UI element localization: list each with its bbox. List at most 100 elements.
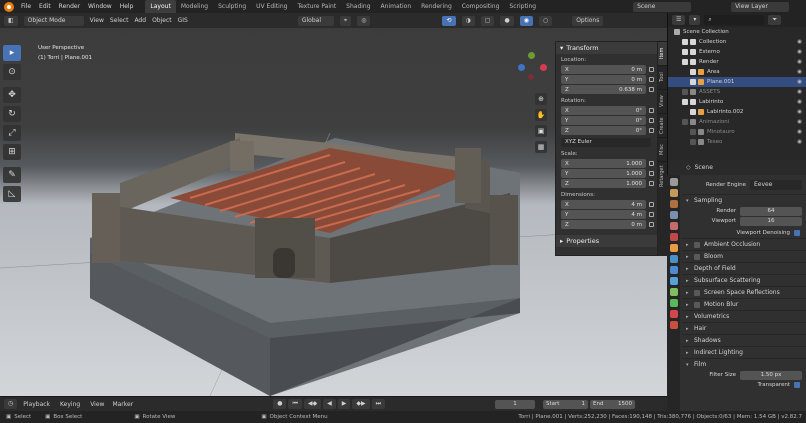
sidebar-tab-view[interactable]: View [658,89,667,113]
workspace-tab-uv-editing[interactable]: UV Editing [251,0,292,13]
gizmo-x-axis-icon[interactable] [540,64,547,71]
rotation-y-field[interactable]: Y 0° [561,116,646,125]
shading-material-icon[interactable]: ◉ [519,15,533,26]
section-header[interactable]: ▸ Indirect Lighting [682,346,806,358]
timeline-menu-view[interactable]: View [90,401,104,408]
outliner-item[interactable]: Esterno ◉ [668,47,806,57]
texture-tab-icon[interactable] [669,321,678,329]
rotation-x-field[interactable]: X 0° [561,106,646,115]
blender-logo-icon[interactable] [4,1,14,12]
section-header[interactable]: ▸ Depth of Field [682,262,806,274]
outliner-item[interactable]: Render ◉ [668,57,806,67]
exclude-checkbox[interactable] [682,39,688,45]
cursor-tool-icon[interactable]: ⊙ [3,64,21,80]
filter-size-field[interactable]: 1.50 px [740,370,802,380]
section-enable-checkbox[interactable] [694,289,700,296]
next-key-icon[interactable]: ◆▶ [352,399,370,409]
outliner-filter-icon[interactable]: ⏷ [768,15,782,25]
camera-icon[interactable]: ▣ [535,125,547,137]
lock-icon[interactable] [649,128,654,133]
options-button[interactable]: Options [572,15,604,26]
proportional-edit-icon[interactable]: ◎ [357,15,371,26]
lock-icon[interactable] [649,171,654,176]
data-tab-icon[interactable] [669,299,678,307]
visibility-eye-icon[interactable]: ◉ [797,49,802,55]
section-header[interactable]: ▸ Volumetrics [682,310,806,322]
xray-toggle-icon[interactable]: ▢ [480,15,495,26]
lock-icon[interactable] [649,87,654,92]
outliner-item[interactable]: Collection ◉ [668,37,806,47]
shading-rendered-icon[interactable]: ○ [538,15,553,26]
rotation-mode-dropdown[interactable]: XYZ Euler [561,138,651,147]
scale-z-field[interactable]: Z 1.000 [561,179,646,188]
exclude-checkbox[interactable] [690,69,696,75]
gizmo-neg-x-icon[interactable] [528,74,534,80]
workspace-tab-layout[interactable]: Layout [145,0,176,13]
sidebar-tab-create[interactable]: Create [658,113,667,137]
constraints-tab-icon[interactable] [669,288,678,296]
outliner-item[interactable]: Animazioni ◉ [668,117,806,127]
visibility-eye-icon[interactable]: ◉ [797,79,802,85]
navigation-gizmo[interactable] [514,50,550,86]
scene-tab-icon[interactable] [669,222,678,230]
select-box-tool-icon[interactable]: ▸ [3,45,21,61]
scene-selector[interactable]: Scene [633,1,692,12]
visibility-eye-icon[interactable]: ◉ [797,39,802,45]
dimensions-z-field[interactable]: Z 0 m [561,220,646,229]
location-x-field[interactable]: X 0 m [561,65,646,74]
section-enable-checkbox[interactable] [694,241,700,248]
zoom-icon[interactable]: ⊕ [535,93,547,105]
exclude-checkbox[interactable] [690,109,696,115]
outliner-item[interactable]: Area ◉ [668,67,806,77]
lock-icon[interactable] [649,67,654,72]
section-header[interactable]: ▸ Motion Blur [682,298,806,310]
jump-start-icon[interactable]: ⏮ [288,399,302,409]
section-header[interactable]: ▸ Hair [682,322,806,334]
outliner-item[interactable]: Labirinto ◉ [668,97,806,107]
exclude-checkbox[interactable] [682,89,688,95]
prev-key-icon[interactable]: ◀◆ [303,399,322,409]
lock-icon[interactable] [649,108,654,113]
vp-menu-object[interactable]: Object [152,17,172,24]
outliner-search-input[interactable]: ⌕ [704,15,765,25]
exclude-checkbox[interactable] [682,49,688,55]
vp-menu-view[interactable]: View [90,17,104,24]
viewport-denoising-checkbox[interactable] [794,230,800,236]
transparent-checkbox[interactable] [794,382,800,388]
material-tab-icon[interactable] [669,310,678,318]
move-tool-icon[interactable]: ✥ [3,87,21,103]
sidebar-tab-misc[interactable]: Misc [658,137,667,161]
properties-panel-header[interactable]: ▸ Properties [556,235,657,247]
current-frame-field[interactable]: 1 [494,399,535,409]
shading-solid-icon[interactable]: ● [500,15,514,26]
play-icon[interactable]: ▶ [337,399,351,409]
section-header[interactable]: ▸ Subsurface Scattering [682,274,806,286]
section-enable-checkbox[interactable] [694,253,700,260]
location-z-field[interactable]: Z 0.638 m [561,85,646,94]
measure-tool-icon[interactable]: ◺ [3,186,21,202]
modifiers-tab-icon[interactable] [669,255,678,263]
timeline-editor-icon[interactable]: ◷ [4,399,18,409]
menu-edit[interactable]: Edit [35,0,55,13]
sidebar-tab-tool[interactable]: Tool [658,65,667,89]
workspace-tab-texture-paint[interactable]: Texture Paint [292,0,341,13]
menu-render[interactable]: Render [55,0,84,13]
scale-x-field[interactable]: X 1.000 [561,159,646,168]
viewport-denoising-row[interactable]: Viewport Denoising [682,228,806,238]
transparent-row[interactable]: Transparent [682,380,806,390]
grid-toggle-icon[interactable]: ▦ [535,141,547,153]
exclude-checkbox[interactable] [690,139,696,145]
outliner-item[interactable]: Plane.001 ◉ [668,77,806,87]
overlay-toggle-icon[interactable]: ◑ [461,15,475,26]
section-header[interactable]: ▾ Film [682,358,806,370]
pan-hand-icon[interactable]: ✋ [535,109,547,121]
timeline-menu-marker[interactable]: Marker [112,401,133,408]
workspace-tab-sculpting[interactable]: Sculpting [213,0,251,13]
lock-icon[interactable] [649,202,654,207]
rotation-z-field[interactable]: Z 0° [561,126,646,135]
physics-tab-icon[interactable] [669,277,678,285]
exclude-checkbox[interactable] [682,99,688,105]
lock-icon[interactable] [649,222,654,227]
menu-window[interactable]: Window [84,0,116,13]
scale-tool-icon[interactable]: ⤢ [3,125,21,141]
